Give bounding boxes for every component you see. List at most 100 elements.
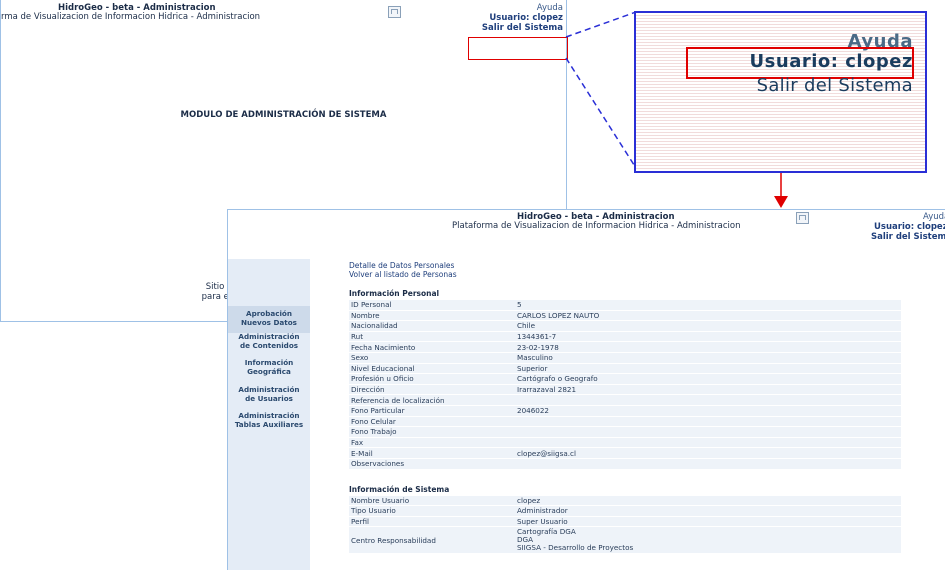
sidebar-item-usuarios[interactable]: Administración de Usuarios [228,385,310,403]
user-link[interactable]: Usuario: clopez [871,222,945,232]
sidebar-item-label: Nuevos Datos [241,318,297,327]
personal-info-title: Información Personal [349,289,440,298]
field-label: ID Personal [349,300,515,310]
field-value [515,458,901,469]
user-link[interactable]: Usuario: clopez [482,13,563,23]
field-value: Masculino [515,352,901,363]
field-value: Super Usuario [515,516,901,527]
field-label: Sexo [349,352,515,363]
module-title: MODULO DE ADMINISTRACIÓN DE SISTEMA [180,110,387,120]
home-icon[interactable] [388,6,401,18]
main-content: Detalle de Datos Personales Volver al li… [349,261,901,554]
sidebar-item-aprobacion[interactable]: Aprobación Nuevos Datos [228,306,310,333]
dashed-connector-bottom [565,57,637,169]
table-row: Fax [349,437,901,448]
field-value: 1344361-7 [515,331,901,342]
field-value: Superior [515,363,901,374]
sidebar-item-label: Administración [238,411,300,420]
field-value: 23-02-1978 [515,342,901,352]
field-label: E-Mail [349,448,515,458]
table-row: Dirección Irarrazaval 2821 [349,384,901,395]
sidebar-item-label: Administración [238,332,300,341]
table-row: Fono Particular 2046022 [349,405,901,416]
field-label: Nivel Educacional [349,363,515,374]
table-row: Nivel Educacional Superior [349,363,901,374]
table-row: Profesión u Oficio Cartógrafo o Geografo [349,374,901,384]
zoom-user-text: Usuario: clopez [749,51,913,72]
field-label: Fono Trabajo [349,427,515,437]
back-to-list-link[interactable]: Volver al listado de Personas [349,270,901,279]
field-value: clopez@siigsa.cl [515,448,901,458]
red-arrow-head [774,196,788,208]
field-value: clopez [515,495,901,506]
field-label: Dirección [349,384,515,395]
detail-link[interactable]: Detalle de Datos Personales [349,261,901,270]
app-subtitle: Plataforma de Visualizacion de Informaci… [452,221,741,231]
field-value-list: Cartografía DGA DGA SIIGSA - Desarrollo … [515,527,901,554]
field-label: Profesión u Oficio [349,374,515,384]
sidebar-item-label: Administración [238,385,300,394]
table-row: Referencia de localización [349,395,901,405]
field-label: Nombre [349,310,515,321]
app-subtitle: rma de Visualizacion de Informacion Hidr… [1,12,261,22]
field-value: Administrador [515,506,901,516]
field-label: Fono Particular [349,405,515,416]
field-label: Nacionalidad [349,321,515,331]
sidebar-item-contenidos[interactable]: Administración de Contenidos [228,332,310,350]
personal-info-table: ID Personal 5 Nombre CARLOS LOPEZ NAUTO Naci… [349,299,901,470]
dashed-connector-top [565,11,637,38]
sidebar: Aprobación Nuevos Datos Administración d… [228,259,310,570]
table-row: ID Personal 5 [349,300,901,310]
help-link[interactable]: Ayuda [482,3,563,13]
sidebar-item-tablas[interactable]: Administración Tablas Auxiliares [228,411,310,429]
field-value [515,427,901,437]
table-row: Nombre CARLOS LOPEZ NAUTO [349,310,901,321]
field-value [515,437,901,448]
field-value: Chile [515,321,901,331]
field-label: Referencia de localización [349,395,515,405]
table-row: Rut 1344361-7 [349,331,901,342]
field-value: Cartógrafo o Geografo [515,374,901,384]
field-value [515,416,901,427]
zoom-callout: Ayuda Usuario: clopez Salir del Sistema [634,11,927,173]
field-value: SIIGSA - Desarrollo de Proyectos [517,543,634,553]
field-label: Perfil [349,516,515,527]
sidebar-item-label: Geográfica [247,367,291,376]
field-label: Fecha Nacimiento [349,342,515,352]
zoom-exit-text: Salir del Sistema [756,75,913,96]
top-links: Ayuda Usuario: clopez Salir del Sistema [482,3,563,33]
sidebar-item-label: de Usuarios [245,394,293,403]
home-icon[interactable] [796,212,809,224]
system-info-title: Información de Sistema [349,484,450,494]
user-highlight-box [468,37,568,60]
table-row: Tipo Usuario Administrador [349,506,901,516]
table-row: Sexo Masculino [349,352,901,363]
field-label: Fono Celular [349,416,515,427]
logout-link[interactable]: Salir del Sistema [482,23,563,33]
sidebar-item-label: de Contenidos [239,341,299,350]
system-info-table: Nombre Usuario clopez Tipo Usuario Administ… [349,495,901,555]
sidebar-item-label: Tablas Auxiliares [234,420,304,429]
field-label: Rut [349,331,515,342]
logout-link[interactable]: Salir del Sistema [871,232,945,242]
help-link[interactable]: Ayuda [871,212,945,222]
field-label: Observaciones [349,458,515,469]
field-value: CARLOS LOPEZ NAUTO [515,310,901,321]
table-row: Nacionalidad Chile [349,321,901,331]
person-detail-window: HidroGeo - beta - Administracion Platafo… [227,209,945,570]
table-row: Centro Responsabilidad Cartografía DGA D… [349,527,901,554]
table-row: Perfil Super Usuario [349,516,901,527]
field-value: Cartografía DGA [517,527,576,537]
table-row: Nombre Usuario clopez [349,495,901,506]
field-label: Nombre Usuario [349,495,515,506]
field-label: Fax [349,437,515,448]
sidebar-item-geografica[interactable]: Información Geográfica [228,358,310,376]
table-row: Fecha Nacimiento 23-02-1978 [349,342,901,352]
field-label: Tipo Usuario [349,506,515,516]
field-label: Centro Responsabilidad [349,527,515,554]
table-row: E-Mail clopez@siigsa.cl [349,448,901,458]
sidebar-item-label: Información [244,358,294,367]
sidebar-item-label: Aprobación [246,309,292,318]
top-links: Ayuda Usuario: clopez Salir del Sistema [871,212,945,242]
table-row: Fono Celular [349,416,901,427]
